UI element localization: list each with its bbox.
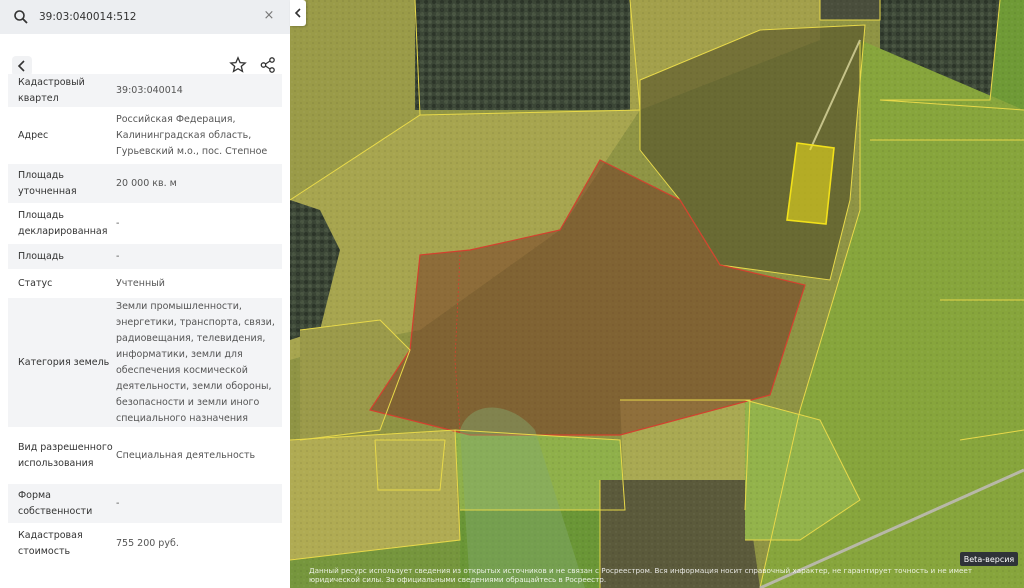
detail-value: -: [116, 250, 120, 262]
disclaimer-text: Данный ресурс использует сведения из отк…: [309, 566, 973, 584]
back-button[interactable]: [12, 56, 32, 76]
detail-row-quarter: Кадастровый квартел 39:03:040014: [8, 74, 282, 108]
detail-value: 755 200 руб.: [116, 537, 179, 549]
search-input[interactable]: [39, 11, 259, 23]
detail-value: Земли промышленности, энергетики, трансп…: [116, 300, 275, 424]
detail-row-cadastral-value: Кадастровая стоимость 755 200 руб.: [8, 524, 282, 564]
detail-value: Учтенный: [116, 277, 165, 289]
detail-key: Статус: [18, 277, 53, 289]
detail-key: Форма собственности: [18, 489, 93, 517]
share-icon: [260, 57, 275, 73]
beta-badge: Beta-версия: [960, 552, 1018, 566]
star-icon: [229, 56, 247, 73]
detail-row-area-specified: Площадь уточненная 20 000 кв. м: [8, 164, 282, 204]
sidebar: × Кадастровый квартел 39:03:040014 Адрес…: [0, 0, 290, 588]
detail-value: Специальная деятельность: [116, 449, 256, 461]
detail-row-permitted-use: Вид разрешенного использования Специальн…: [8, 428, 282, 484]
detail-row-ownership: Форма собственности -: [8, 484, 282, 524]
detail-key: Кадастровый квартел: [18, 76, 85, 104]
parcel-details: Кадастровый квартел 39:03:040014 Адрес Р…: [8, 74, 282, 564]
detail-key: Площадь декларированная: [18, 209, 108, 237]
detail-row-address: Адрес Российская Федерация, Калининградс…: [8, 108, 282, 164]
detail-value: 20 000 кв. м: [116, 177, 177, 189]
detail-value: -: [116, 497, 120, 509]
favorite-button[interactable]: [229, 56, 247, 74]
detail-key: Кадастровая стоимость: [18, 529, 83, 557]
detail-value: -: [116, 217, 120, 229]
chevron-left-icon: [17, 60, 25, 72]
detail-key: Площадь уточненная: [18, 169, 77, 197]
search-bar: ×: [0, 0, 290, 34]
detail-value: 39:03:040014: [116, 84, 183, 96]
search-icon[interactable]: [13, 9, 29, 25]
detail-key: Вид разрешенного использования: [18, 441, 113, 469]
share-button[interactable]: [259, 56, 277, 74]
detail-row-area: Площадь -: [8, 244, 282, 270]
collapse-sidebar-button[interactable]: [290, 0, 306, 26]
detail-row-land-category: Категория земель Земли промышленности, э…: [8, 298, 282, 428]
detail-key: Адрес: [18, 129, 49, 141]
detail-row-area-declared: Площадь декларированная -: [8, 204, 282, 244]
detail-key: Категория земель: [18, 356, 110, 368]
chevron-left-icon: [294, 8, 301, 18]
detail-row-status: Статус Учтенный: [8, 270, 282, 298]
clear-icon[interactable]: ×: [262, 9, 276, 23]
detail-key: Площадь: [18, 250, 64, 262]
detail-value: Российская Федерация, Калининградская об…: [116, 113, 268, 157]
